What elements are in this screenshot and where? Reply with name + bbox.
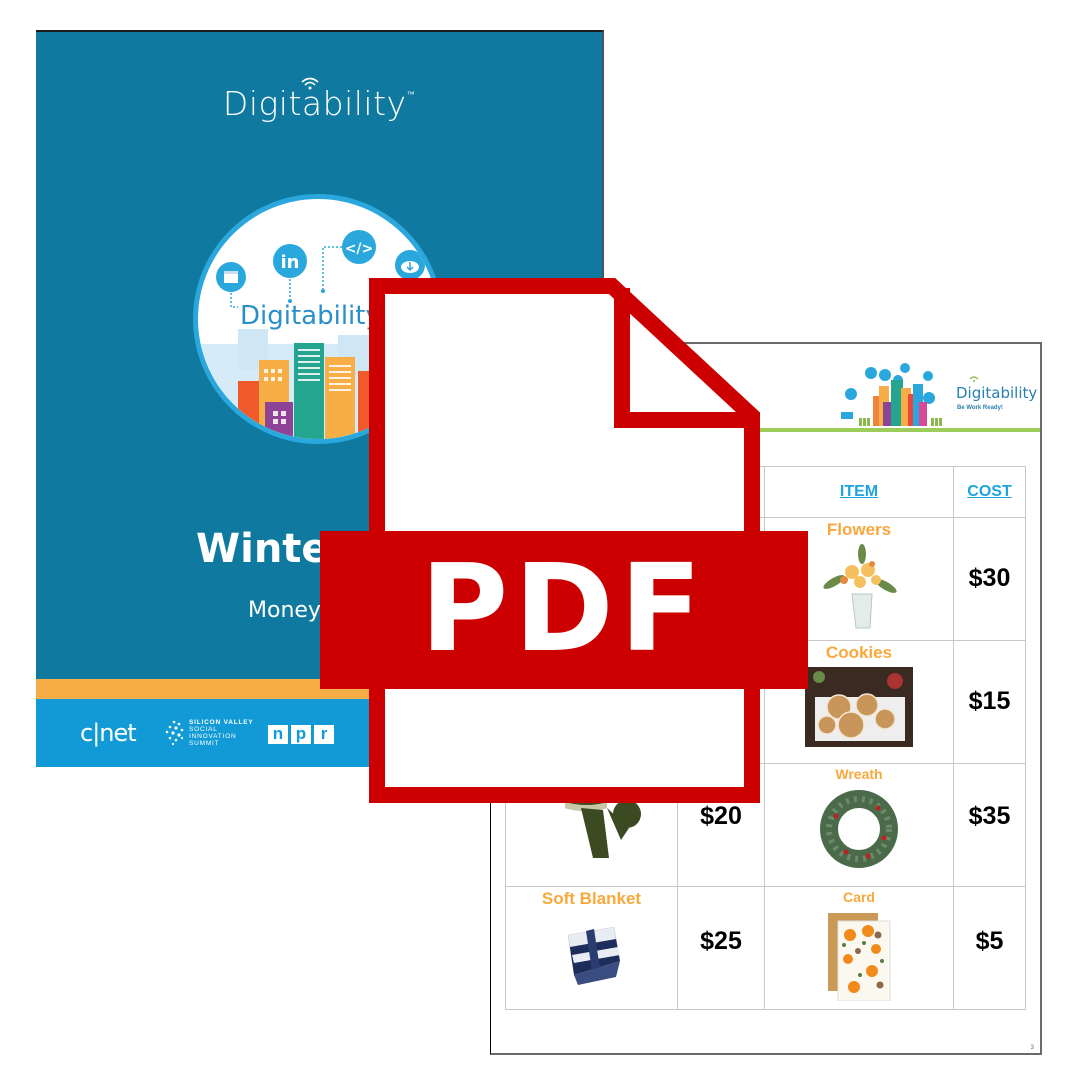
city-icons-illustration [841,363,942,426]
blanket-image [567,927,620,985]
pdf-label: PDF [420,540,708,679]
greeting-card-image [828,913,891,1001]
item-cost: $30 [968,564,1011,592]
cookies-image [805,667,913,747]
page-number: 3 [1030,1045,1034,1051]
item-cost: $5 [975,927,1004,955]
svsis-line: SUMMIT [189,740,220,747]
calendar-icon [216,262,246,292]
item-cost: $25 [700,927,742,955]
wifi-icon [969,376,979,382]
item-cell: Card [764,886,954,1010]
cover-subtitle: Money [248,598,321,623]
svsis-line: SOCIAL [189,726,218,733]
item-cost: $35 [968,802,1011,830]
dots-icon [165,720,184,746]
item-cost: $20 [700,802,742,830]
svsis-logo: SILICON VALLEY SOCIAL INNOVATION SUMMIT [164,719,274,751]
cloud-download-icon [395,250,425,280]
svsis-line: INNOVATION [189,733,237,740]
item-cost: $15 [968,687,1011,715]
item-cell: Soft Blanket [505,886,678,1010]
cost-cell: $35 [953,763,1026,887]
catalog-tagline: Be Work Ready! [957,405,1003,411]
linkedin-icon: in [273,244,307,278]
table-row: Soft Blanket $25 Card $5 [505,886,1026,1010]
svg-text:in: in [281,252,300,273]
catalog-brand: Digitability [956,384,1038,402]
trademark-mark: ™ [406,90,416,99]
cost-cell: $25 [677,886,765,1010]
npr-letter: p [291,725,311,744]
column-header-cost: COST [953,466,1026,518]
flowers-image [823,544,897,629]
svsis-line: SILICON VALLEY [189,719,254,726]
code-icon: </> [342,230,376,264]
cnet-logo: c|net [80,719,137,747]
cost-cell: $30 [953,517,1026,641]
item-name: Card [843,889,875,905]
wifi-icon [301,77,319,90]
cost-cell: $5 [953,886,1026,1010]
item-name: Soft Blanket [541,889,642,908]
cost-cell: $15 [953,640,1026,764]
wreath-image [820,790,898,868]
svg-text:</>: </> [345,241,374,257]
npr-letter: n [268,725,288,744]
